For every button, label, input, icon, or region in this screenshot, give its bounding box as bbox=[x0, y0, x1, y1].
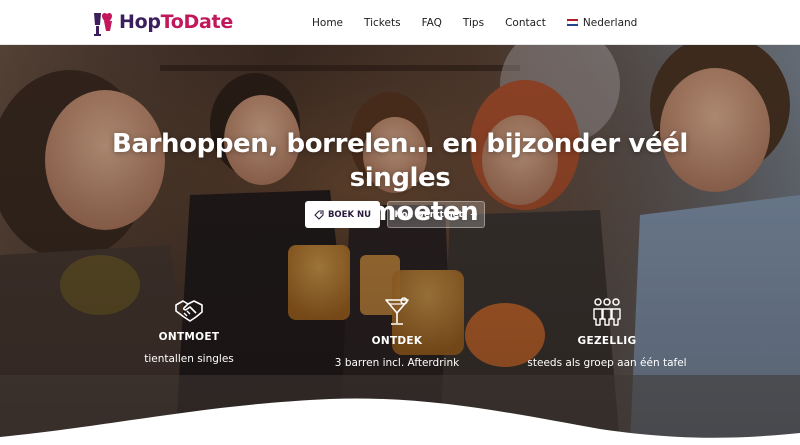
feature-ontdek: ONTDEK 3 barren incl. Afterdrink bbox=[297, 297, 497, 369]
nav-home[interactable]: Home bbox=[312, 17, 343, 29]
how-it-works-button[interactable]: Hoe werkt het? → bbox=[387, 201, 485, 228]
nav-contact[interactable]: Contact bbox=[505, 17, 546, 29]
feature-title: ONTMOET bbox=[158, 331, 220, 343]
feature-subtitle: tientallen singles bbox=[144, 353, 234, 365]
feature-title: ONTDEK bbox=[371, 335, 423, 347]
logo-icon bbox=[94, 12, 112, 36]
language-label: Nederland bbox=[582, 16, 638, 29]
nav-tips[interactable]: Tips bbox=[463, 17, 484, 29]
hero-bottom-wave bbox=[0, 398, 800, 445]
handshake-icon bbox=[175, 300, 203, 322]
brand-logo[interactable]: HopToDate bbox=[90, 6, 233, 38]
feature-subtitle: 3 barren incl. Afterdrink bbox=[334, 357, 460, 369]
ticket-icon bbox=[314, 209, 324, 220]
feature-subtitle: steeds als groep aan één tafel bbox=[527, 357, 687, 369]
book-now-button[interactable]: BOEK NU bbox=[305, 201, 380, 228]
site-header: HopToDate Home Tickets FAQ Tips Contact … bbox=[0, 0, 800, 45]
netherlands-flag-icon bbox=[566, 18, 578, 27]
group-icon bbox=[593, 298, 621, 326]
nav-tickets[interactable]: Tickets bbox=[364, 17, 401, 29]
main-nav: Home Tickets FAQ Tips Contact Nederland bbox=[312, 0, 658, 45]
feature-gezellig: GEZELLIG steeds als groep aan één tafel bbox=[507, 297, 707, 369]
language-switcher[interactable]: Nederland bbox=[566, 16, 638, 29]
book-now-label: BOEK NU bbox=[327, 209, 372, 220]
hero-section: Barhoppen, borrelen… en bijzonder véél s… bbox=[0, 45, 800, 445]
nav-faq[interactable]: FAQ bbox=[422, 17, 442, 29]
brand-name: HopToDate bbox=[119, 11, 233, 33]
cocktail-icon bbox=[385, 297, 409, 325]
feature-title: GEZELLIG bbox=[577, 335, 637, 347]
feature-ontmoet: ONTMOET tientallen singles bbox=[89, 297, 289, 365]
